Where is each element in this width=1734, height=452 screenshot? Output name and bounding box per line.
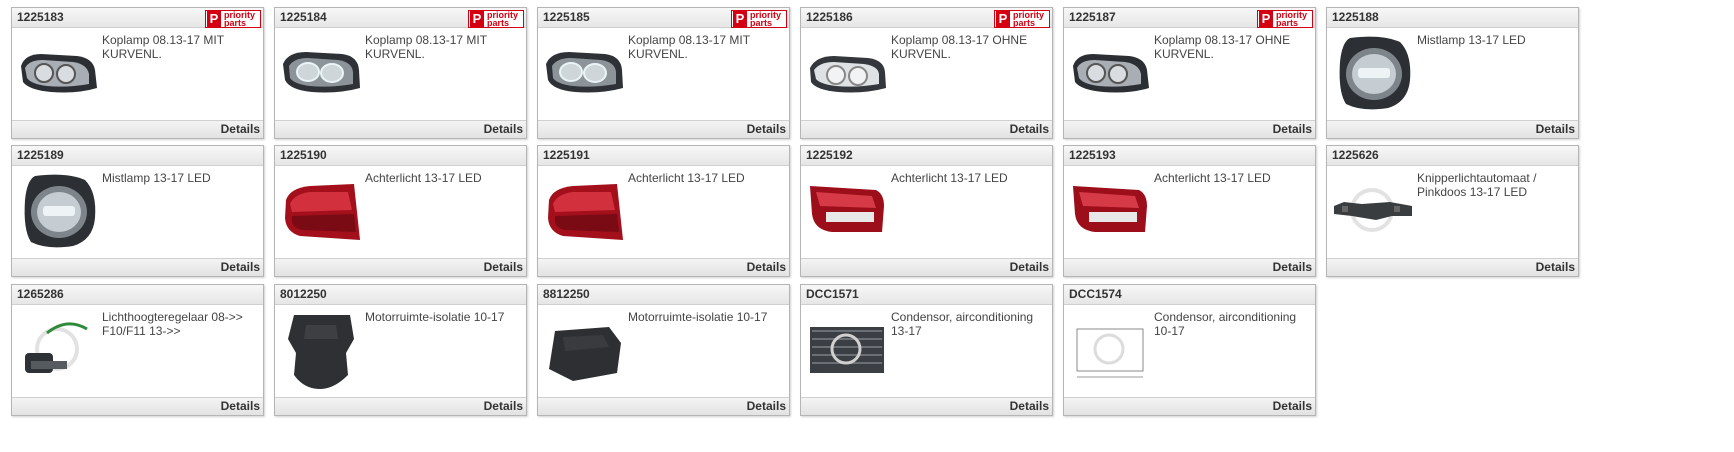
details-link[interactable]: Details bbox=[12, 397, 263, 415]
priority-parts-badge: Ppriority parts bbox=[205, 10, 261, 28]
taillight-outer-icon[interactable] bbox=[543, 170, 625, 252]
product-description: Achterlicht 13-17 LED bbox=[628, 171, 745, 185]
product-card[interactable]: 1225192 Achterlicht 13-17 LED Details bbox=[800, 145, 1053, 277]
product-card[interactable]: 8012250 Motorruimte-isolatie 10-17 Details bbox=[274, 284, 527, 416]
details-link[interactable]: Details bbox=[1064, 397, 1315, 415]
product-code: 1225190 bbox=[275, 146, 526, 166]
product-description: Condensor, airconditioning 10-17 bbox=[1154, 310, 1297, 338]
product-card[interactable]: 1225191 Achterlicht 13-17 LED Details bbox=[537, 145, 790, 277]
product-description: Koplamp 08.13-17 MIT KURVENL. bbox=[365, 33, 487, 61]
product-card[interactable]: 8812250 Motorruimte-isolatie 10-17 Details bbox=[537, 284, 790, 416]
product-card[interactable]: DCC1571 Condensor, airconditioning 13-17 D… bbox=[800, 284, 1053, 416]
foglamp-icon[interactable] bbox=[1332, 32, 1414, 114]
details-link[interactable]: Details bbox=[801, 397, 1052, 415]
product-description: Achterlicht 13-17 LED bbox=[1154, 171, 1271, 185]
details-link[interactable]: Details bbox=[538, 258, 789, 276]
product-description: Koplamp 08.13-17 MIT KURVENL. bbox=[628, 33, 750, 61]
product-card[interactable]: 1225190 Achterlicht 13-17 LED Details bbox=[274, 145, 527, 277]
product-code: 1225188 bbox=[1327, 8, 1578, 28]
product-description: Achterlicht 13-17 LED bbox=[891, 171, 1008, 185]
priority-parts-badge: Ppriority parts bbox=[1257, 10, 1313, 28]
details-link[interactable]: Details bbox=[538, 397, 789, 415]
headlamp-led-icon[interactable] bbox=[280, 32, 362, 114]
flasher-relay-icon[interactable] bbox=[1332, 170, 1414, 252]
product-description: Koplamp 08.13-17 OHNE KURVENL. bbox=[1154, 33, 1291, 61]
details-link[interactable]: Details bbox=[801, 120, 1052, 138]
product-code: 1225626 bbox=[1327, 146, 1578, 166]
product-card[interactable]: 1225186 Ppriority parts Koplamp 08.13-17 OH… bbox=[800, 7, 1053, 139]
product-card[interactable]: DCC1574 Condensor, airconditioning 10-17 D… bbox=[1063, 284, 1316, 416]
product-description: Motorruimte-isolatie 10-17 bbox=[628, 310, 768, 324]
product-code: 8012250 bbox=[275, 285, 526, 305]
details-link[interactable]: Details bbox=[1064, 258, 1315, 276]
product-card[interactable]: 1225193 Achterlicht 13-17 LED Details bbox=[1063, 145, 1316, 277]
taillight-inner-icon[interactable] bbox=[1069, 170, 1151, 252]
product-card[interactable]: 1225185 Ppriority parts Koplamp 08.13-17 MI… bbox=[537, 7, 790, 139]
product-description: Mistlamp 13-17 LED bbox=[1417, 33, 1526, 47]
product-code: 1225193 bbox=[1064, 146, 1315, 166]
details-link[interactable]: Details bbox=[12, 120, 263, 138]
product-code: 1225192 bbox=[801, 146, 1052, 166]
headlamp-dark-icon[interactable] bbox=[17, 32, 99, 114]
headlamp-dark-icon[interactable] bbox=[1069, 32, 1151, 114]
product-code: 8812250 bbox=[538, 285, 789, 305]
priority-parts-badge: Ppriority parts bbox=[468, 10, 524, 28]
insulation-mat-flat-icon[interactable] bbox=[543, 309, 625, 391]
details-link[interactable]: Details bbox=[275, 120, 526, 138]
details-link[interactable]: Details bbox=[275, 258, 526, 276]
product-description: Koplamp 08.13-17 OHNE KURVENL. bbox=[891, 33, 1028, 61]
details-link[interactable]: Details bbox=[1064, 120, 1315, 138]
product-description: Condensor, airconditioning 13-17 bbox=[891, 310, 1034, 338]
details-link[interactable]: Details bbox=[275, 397, 526, 415]
headlamp-chrome-icon[interactable] bbox=[806, 32, 888, 114]
product-code: DCC1574 bbox=[1064, 285, 1315, 305]
priority-parts-badge: Ppriority parts bbox=[731, 10, 787, 28]
product-code: 1225191 bbox=[538, 146, 789, 166]
taillight-outer-icon[interactable] bbox=[280, 170, 362, 252]
product-card[interactable]: 1225187 Ppriority parts Koplamp 08.13-17 OH… bbox=[1063, 7, 1316, 139]
product-card[interactable]: 1225183 Ppriority parts Koplamp 08.13-17 MI… bbox=[11, 7, 264, 139]
product-description: Lichthoogteregelaar 08->> F10/F11 13->> bbox=[102, 310, 243, 338]
level-motor-icon[interactable] bbox=[17, 309, 99, 391]
details-link[interactable]: Details bbox=[1327, 120, 1578, 138]
product-code: DCC1571 bbox=[801, 285, 1052, 305]
product-card[interactable]: 1265286 Lichthoogteregelaar 08->> F10/F11… bbox=[11, 284, 264, 416]
product-description: Koplamp 08.13-17 MIT KURVENL. bbox=[102, 33, 224, 61]
product-code: 1225189 bbox=[12, 146, 263, 166]
product-description: Motorruimte-isolatie 10-17 bbox=[365, 310, 505, 324]
product-description: Mistlamp 13-17 LED bbox=[102, 171, 211, 185]
product-card[interactable]: 1225184 Ppriority parts Koplamp 08.13-17 MI… bbox=[274, 7, 527, 139]
product-card[interactable]: 1225189 Mistlamp 13-17 LED Details bbox=[11, 145, 264, 277]
product-card[interactable]: 1225626 Knipperlichtautomaat / Pinkdoos 1… bbox=[1326, 145, 1579, 277]
details-link[interactable]: Details bbox=[12, 258, 263, 276]
headlamp-led-icon[interactable] bbox=[543, 32, 625, 114]
condenser-icon[interactable] bbox=[806, 309, 888, 391]
product-code: 1265286 bbox=[12, 285, 263, 305]
condenser-drawing-icon[interactable] bbox=[1069, 309, 1151, 391]
foglamp-icon[interactable] bbox=[17, 170, 99, 252]
priority-parts-badge: Ppriority parts bbox=[994, 10, 1050, 28]
details-link[interactable]: Details bbox=[801, 258, 1052, 276]
details-link[interactable]: Details bbox=[1327, 258, 1578, 276]
taillight-inner-icon[interactable] bbox=[806, 170, 888, 252]
product-card[interactable]: 1225188 Mistlamp 13-17 LED Details bbox=[1326, 7, 1579, 139]
product-description: Achterlicht 13-17 LED bbox=[365, 171, 482, 185]
insulation-mat-icon[interactable] bbox=[280, 309, 362, 391]
product-description: Knipperlichtautomaat / Pinkdoos 13-17 LE… bbox=[1417, 171, 1537, 199]
details-link[interactable]: Details bbox=[538, 120, 789, 138]
